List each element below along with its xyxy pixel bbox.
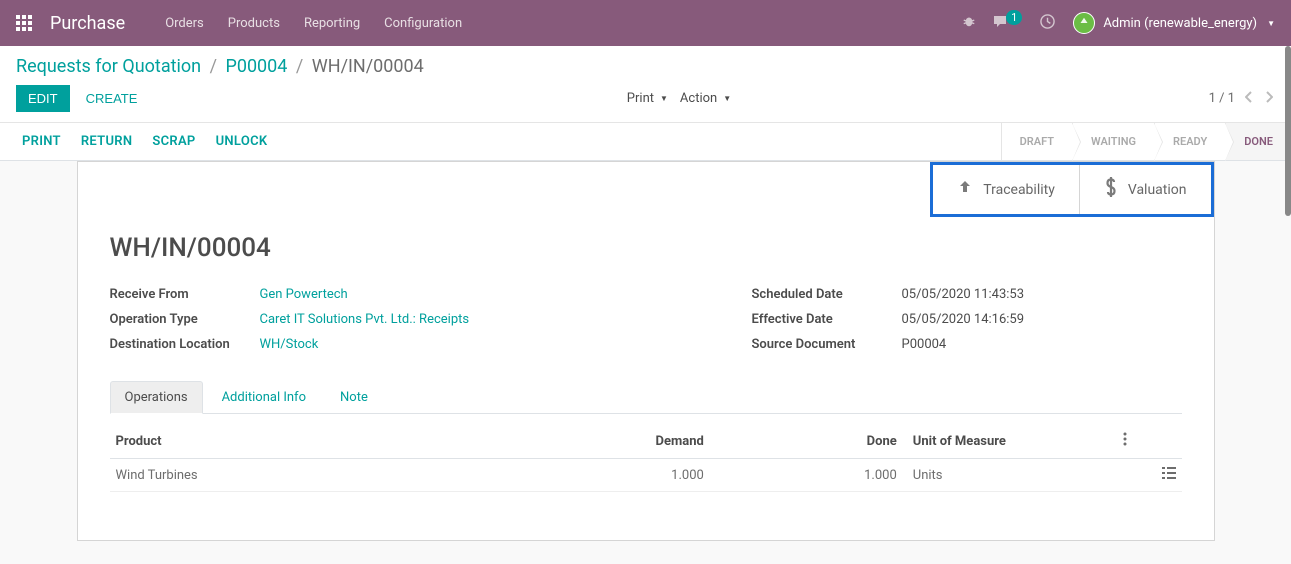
scrollbar[interactable] [1285, 46, 1291, 216]
sheet-wrap: Traceability Valuation WH/IN/00004 Recei… [0, 161, 1291, 541]
valuation-button[interactable]: Valuation [1079, 165, 1211, 214]
step-waiting[interactable]: WAITING [1072, 123, 1154, 160]
traceability-label: Traceability [983, 182, 1055, 198]
nav-links: Orders Products Reporting Configuration [165, 16, 962, 31]
field-value: 05/05/2020 11:43:53 [902, 287, 1025, 302]
action-row: EDIT CREATE Print ▼ Action ▼ 1 / 1 [0, 77, 1291, 123]
sheet-body: WH/IN/00004 Receive From Gen Powertech O… [78, 217, 1214, 516]
fields-left: Receive From Gen Powertech Operation Typ… [110, 287, 470, 352]
field-label: Effective Date [752, 312, 902, 327]
messages-badge: 1 [1006, 10, 1022, 25]
create-button[interactable]: CREATE [74, 85, 150, 112]
breadcrumb-parent[interactable]: P00004 [225, 56, 287, 77]
tab-operations[interactable]: Operations [110, 381, 203, 414]
avatar [1073, 12, 1095, 34]
breadcrumb: Requests for Quotation / P00004 / WH/IN/… [16, 56, 1275, 77]
user-menu[interactable]: Admin (renewable_energy) ▼ [1073, 12, 1275, 34]
status-actions: PRINT RETURN SCRAP UNLOCK [0, 134, 267, 149]
breadcrumb-root[interactable]: Requests for Quotation [16, 56, 201, 77]
operations-table: Product Demand Done Unit of Measure Wind… [110, 424, 1182, 492]
tabs: Operations Additional Info Note [110, 380, 1182, 414]
nav-reporting[interactable]: Reporting [304, 16, 360, 31]
statusbar: PRINT RETURN SCRAP UNLOCK DRAFT WAITING … [0, 123, 1291, 161]
activity-icon[interactable] [1040, 14, 1055, 33]
field-receive-from: Receive From Gen Powertech [110, 287, 470, 302]
dollar-icon [1104, 177, 1118, 202]
field-label: Receive From [110, 287, 260, 302]
action-center: Print ▼ Action ▼ [149, 91, 1208, 106]
field-source-document: Source Document P00004 [752, 337, 1182, 352]
messages-icon[interactable]: 1 [994, 16, 1022, 31]
th-done: Done [710, 424, 903, 459]
chevron-down-icon: ▼ [723, 94, 731, 103]
field-operation-type: Operation Type Caret IT Solutions Pvt. L… [110, 312, 470, 327]
stat-buttons: Traceability Valuation [78, 162, 1214, 217]
cell-demand: 1.000 [517, 459, 710, 492]
tab-additional-info[interactable]: Additional Info [207, 381, 321, 414]
status-return[interactable]: RETURN [81, 134, 133, 149]
table-row[interactable]: Wind Turbines 1.000 1.000 Units [110, 459, 1182, 492]
step-draft[interactable]: DRAFT [1001, 123, 1072, 160]
bug-icon[interactable] [962, 14, 976, 32]
tab-note[interactable]: Note [325, 381, 383, 414]
chevron-down-icon: ▼ [660, 94, 668, 103]
th-uom: Unit of Measure [903, 424, 1117, 459]
topbar: Purchase Orders Products Reporting Confi… [0, 0, 1291, 46]
action-label: Action [680, 91, 717, 106]
cell-product: Wind Turbines [110, 459, 517, 492]
topbar-right: 1 Admin (renewable_energy) ▼ [962, 12, 1275, 34]
pager-text: 1 / 1 [1209, 91, 1235, 106]
field-value[interactable]: Caret IT Solutions Pvt. Ltd.: Receipts [260, 312, 470, 327]
stat-btn-group: Traceability Valuation [930, 162, 1213, 217]
nav-orders[interactable]: Orders [165, 16, 204, 31]
pager-prev[interactable] [1243, 89, 1255, 109]
user-name: Admin (renewable_energy) [1103, 16, 1257, 31]
cell-detail-icon[interactable] [1117, 459, 1181, 492]
nav-configuration[interactable]: Configuration [384, 16, 462, 31]
fields-grid: Receive From Gen Powertech Operation Typ… [110, 287, 1182, 352]
nav-products[interactable]: Products [228, 16, 280, 31]
status-steps: DRAFT WAITING READY DONE [1001, 123, 1291, 160]
field-value: 05/05/2020 14:16:59 [902, 312, 1025, 327]
status-scrap[interactable]: SCRAP [152, 134, 195, 149]
th-demand: Demand [517, 424, 710, 459]
breadcrumb-row: Requests for Quotation / P00004 / WH/IN/… [0, 46, 1291, 77]
breadcrumb-sep: / [296, 56, 303, 77]
field-effective-date: Effective Date 05/05/2020 14:16:59 [752, 312, 1182, 327]
field-label: Destination Location [110, 337, 260, 352]
cell-done: 1.000 [710, 459, 903, 492]
field-label: Operation Type [110, 312, 260, 327]
record-title: WH/IN/00004 [110, 233, 1182, 263]
th-product: Product [110, 424, 517, 459]
sheet: Traceability Valuation WH/IN/00004 Recei… [77, 161, 1215, 541]
action-dropdown[interactable]: Action ▼ [680, 91, 731, 106]
field-value: P00004 [902, 337, 947, 352]
apps-icon[interactable] [16, 15, 32, 31]
print-dropdown[interactable]: Print ▼ [627, 91, 668, 106]
field-destination: Destination Location WH/Stock [110, 337, 470, 352]
breadcrumb-sep: / [210, 56, 217, 77]
status-unlock[interactable]: UNLOCK [216, 134, 268, 149]
pager-next[interactable] [1263, 89, 1275, 109]
arrow-up-icon [957, 179, 973, 200]
field-label: Scheduled Date [752, 287, 902, 302]
field-scheduled-date: Scheduled Date 05/05/2020 11:43:53 [752, 287, 1182, 302]
field-value[interactable]: Gen Powertech [260, 287, 348, 302]
chevron-down-icon: ▼ [1267, 19, 1275, 28]
th-options[interactable] [1117, 424, 1181, 459]
valuation-label: Valuation [1128, 182, 1187, 198]
field-label: Source Document [752, 337, 902, 352]
print-label: Print [627, 91, 654, 106]
field-value[interactable]: WH/Stock [260, 337, 319, 352]
step-ready[interactable]: READY [1154, 123, 1225, 160]
traceability-button[interactable]: Traceability [933, 165, 1079, 214]
status-print[interactable]: PRINT [22, 134, 61, 149]
app-title[interactable]: Purchase [50, 13, 125, 34]
pager: 1 / 1 [1209, 89, 1275, 109]
breadcrumb-current: WH/IN/00004 [312, 56, 424, 77]
edit-button[interactable]: EDIT [16, 85, 70, 112]
fields-right: Scheduled Date 05/05/2020 11:43:53 Effec… [752, 287, 1182, 352]
step-done[interactable]: DONE [1225, 123, 1291, 160]
cell-uom: Units [903, 459, 1117, 492]
